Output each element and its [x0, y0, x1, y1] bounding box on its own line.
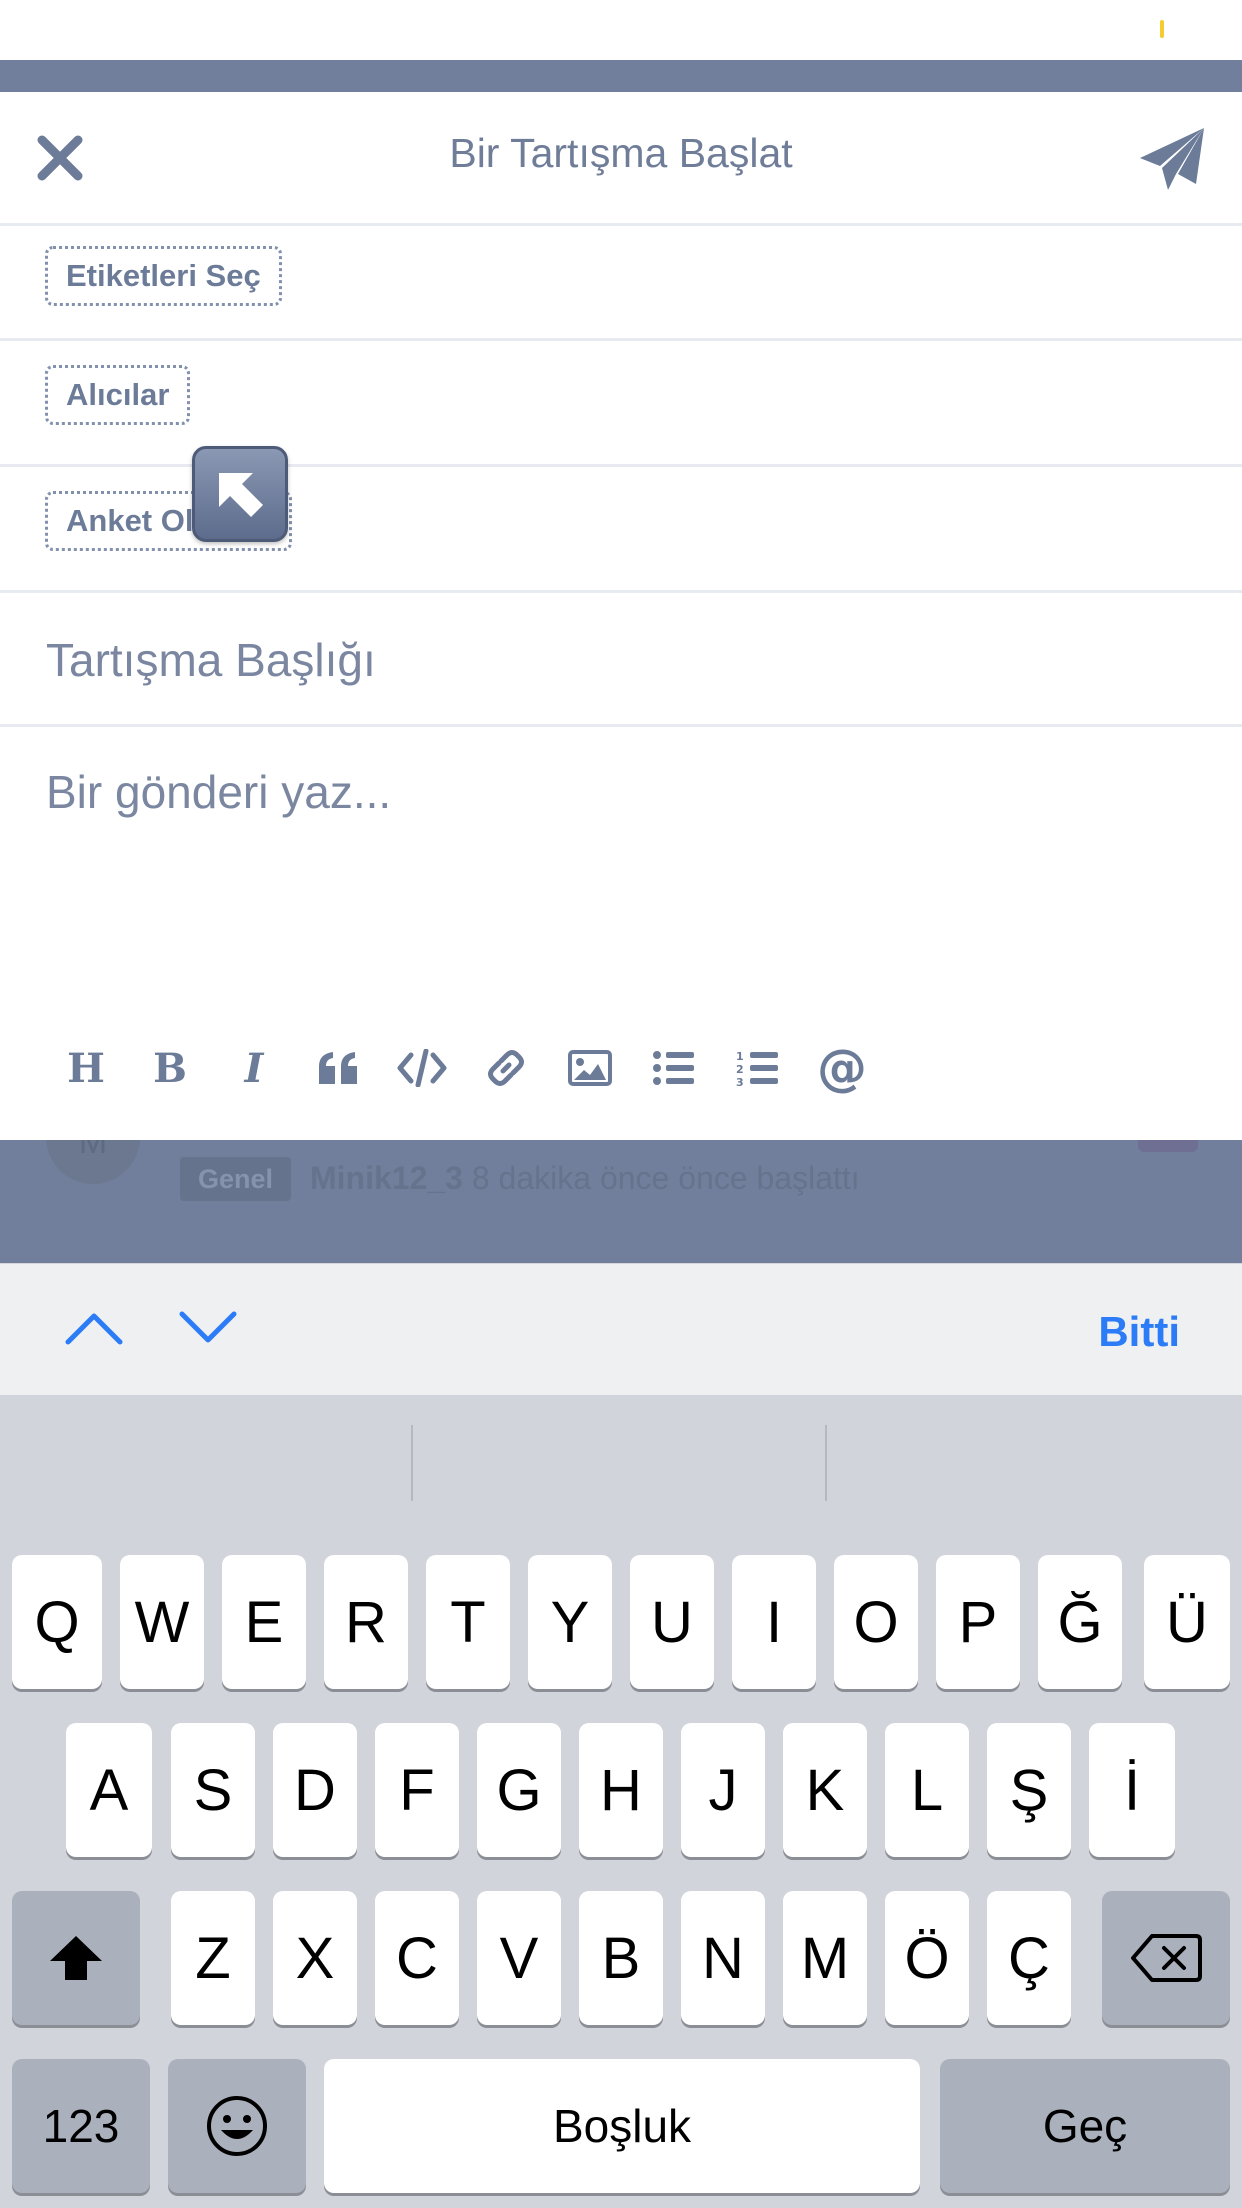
drag-cursor-icon: [192, 446, 288, 542]
numbers-key[interactable]: 123: [12, 2059, 150, 2193]
battery-indicator: [1160, 20, 1164, 38]
mention-button[interactable]: @: [802, 1028, 882, 1108]
post-body-area: Bir gönderi yaz...: [0, 727, 1242, 1027]
key-n[interactable]: N: [681, 1891, 765, 2025]
recipients-chip[interactable]: Alıcılar: [45, 365, 191, 425]
discussion-title-input[interactable]: Tartışma Başlığı: [46, 633, 376, 687]
key-b[interactable]: B: [579, 1891, 663, 2025]
key-i-dotted[interactable]: İ: [1089, 1723, 1175, 1857]
key-o[interactable]: O: [834, 1555, 918, 1689]
key-c[interactable]: C: [375, 1891, 459, 2025]
key-v[interactable]: V: [477, 1891, 561, 2025]
italic-icon: I: [244, 1044, 264, 1092]
suggestion-divider: [825, 1425, 827, 1501]
key-j[interactable]: J: [681, 1723, 765, 1857]
numbered-list-button[interactable]: 1 2 3: [718, 1028, 798, 1108]
previous-field-button[interactable]: [62, 1306, 126, 1350]
key-e[interactable]: E: [222, 1555, 306, 1689]
tag-badge: Genel: [180, 1157, 292, 1201]
code-icon: [397, 1049, 447, 1087]
poll-row: Anket Oluştur: [0, 467, 1242, 593]
shift-key[interactable]: [12, 1891, 140, 2025]
send-icon: [1140, 128, 1204, 190]
bullet-list-button[interactable]: [634, 1028, 714, 1108]
heading-button[interactable]: H: [46, 1028, 126, 1108]
italic-button[interactable]: I: [214, 1028, 294, 1108]
quote-button[interactable]: [298, 1028, 378, 1108]
key-w[interactable]: W: [120, 1555, 204, 1689]
bold-button[interactable]: B: [130, 1028, 210, 1108]
key-r[interactable]: R: [324, 1555, 408, 1689]
svg-text:1: 1: [736, 1050, 744, 1063]
numbered-list-icon: 1 2 3: [736, 1050, 778, 1087]
key-q[interactable]: Q: [12, 1555, 102, 1689]
next-field-button[interactable]: [176, 1306, 240, 1350]
status-bar: [0, 0, 1242, 60]
post-body-input[interactable]: Bir gönderi yaz...: [46, 765, 391, 819]
key-k[interactable]: K: [783, 1723, 867, 1857]
emoji-key[interactable]: [168, 2059, 306, 2193]
discussion-composer: Bir Tartışma Başlat Etiketleri Seç Alıcı…: [0, 92, 1242, 1140]
author-name: Minik12_3: [310, 1160, 463, 1196]
select-tags-chip[interactable]: Etiketleri Seç: [45, 246, 282, 306]
code-button[interactable]: [382, 1028, 462, 1108]
key-y[interactable]: Y: [528, 1555, 612, 1689]
bullet-list-icon: [653, 1051, 694, 1085]
suggestion-divider: [411, 1425, 413, 1501]
key-x[interactable]: X: [273, 1891, 357, 2025]
key-z[interactable]: Z: [171, 1891, 255, 2025]
recipients-row: Alıcılar: [0, 341, 1242, 467]
chevron-down-icon: [179, 1311, 237, 1343]
key-c-cedilla[interactable]: Ç: [987, 1891, 1071, 2025]
return-key[interactable]: Geç: [940, 2059, 1230, 2193]
composer-header: Bir Tartışma Başlat: [0, 92, 1242, 226]
key-g-breve[interactable]: Ğ: [1038, 1555, 1122, 1689]
keyboard-accessory-bar: Bitti: [0, 1263, 1242, 1395]
space-key[interactable]: Boşluk: [324, 2059, 920, 2193]
key-t[interactable]: T: [426, 1555, 510, 1689]
key-f[interactable]: F: [375, 1723, 459, 1857]
heading-icon: H: [67, 1044, 105, 1092]
image-icon: [568, 1050, 612, 1086]
key-g[interactable]: G: [477, 1723, 561, 1857]
key-o-umlaut[interactable]: Ö: [885, 1891, 969, 2025]
link-button[interactable]: [466, 1028, 546, 1108]
emoji-icon: [207, 2096, 267, 2156]
key-h[interactable]: H: [579, 1723, 663, 1857]
shift-icon: [50, 1936, 102, 1980]
composer-title: Bir Tartışma Başlat: [449, 130, 793, 176]
background-discussion-row: M Genel Minik12_3 8 dakika önce önce baş…: [0, 1125, 1242, 1240]
discussion-meta: Minik12_3 8 dakika önce önce başlattı: [310, 1160, 860, 1197]
format-toolbar: H B I 1 2 3 @: [46, 1028, 946, 1108]
send-button[interactable]: [1138, 124, 1208, 194]
chevron-up-icon: [65, 1313, 123, 1345]
key-a[interactable]: A: [66, 1723, 152, 1857]
title-row: Tartışma Başlığı: [0, 593, 1242, 727]
key-u[interactable]: U: [630, 1555, 714, 1689]
started-time: 8 dakika önce önce başlattı: [471, 1160, 860, 1196]
key-p[interactable]: P: [936, 1555, 1020, 1689]
quote-icon: [319, 1052, 357, 1084]
key-l[interactable]: L: [885, 1723, 969, 1857]
svg-text:3: 3: [736, 1076, 744, 1087]
mention-icon: @: [817, 1039, 867, 1097]
key-s-cedilla[interactable]: Ş: [987, 1723, 1071, 1857]
keyboard: Q W E R T Y U I O P Ğ Ü A S D F G H J K …: [0, 1395, 1242, 2208]
key-u-umlaut[interactable]: Ü: [1144, 1555, 1230, 1689]
key-m[interactable]: M: [783, 1891, 867, 2025]
link-icon: [488, 1050, 524, 1086]
image-button[interactable]: [550, 1028, 630, 1108]
bold-icon: B: [153, 1044, 187, 1092]
key-i[interactable]: I: [732, 1555, 816, 1689]
backspace-key[interactable]: [1102, 1891, 1230, 2025]
svg-text:2: 2: [736, 1063, 744, 1076]
key-d[interactable]: D: [273, 1723, 357, 1857]
key-s[interactable]: S: [171, 1723, 255, 1857]
tags-row: Etiketleri Seç: [0, 226, 1242, 341]
done-button[interactable]: Bitti: [1098, 1308, 1180, 1356]
backspace-icon: [1131, 1934, 1202, 1982]
